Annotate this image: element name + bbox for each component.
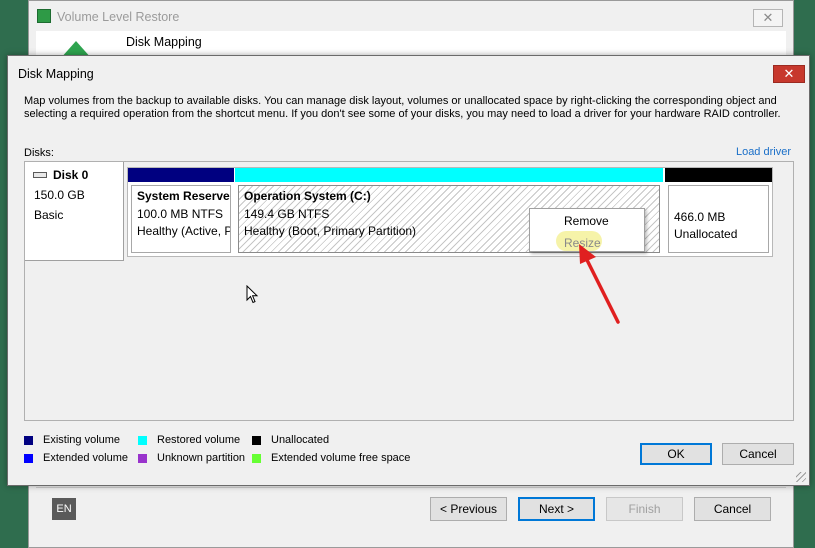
dialog-title: Disk Mapping (18, 67, 94, 81)
partition-body[interactable]: System Reserve 100.0 MB NTFS Healthy (Ac… (131, 185, 231, 253)
legend-swatch (138, 454, 147, 463)
legend-label: Unallocated (271, 434, 330, 446)
legend-label: Unknown partition (157, 452, 246, 464)
legend-swatch (24, 454, 33, 463)
partition-status: Unallocated (674, 227, 738, 241)
disk-layout-area[interactable]: Disk 0 150.0 GB Basic System Reserve 100… (24, 161, 794, 421)
wizard-titlebar: Volume Level Restore ✕ (29, 1, 793, 31)
legend-label: Existing volume (43, 434, 121, 446)
wizard-close-button[interactable]: ✕ (753, 9, 783, 27)
legend-restored-volume: Restored volume (138, 434, 241, 446)
partition-strip: System Reserve 100.0 MB NTFS Healthy (Ac… (127, 167, 773, 257)
disk-icon (33, 172, 47, 178)
disks-label: Disks: (24, 147, 54, 159)
disk-type: Basic (34, 208, 64, 222)
legend-swatch (252, 436, 261, 445)
partition-color-bar (235, 168, 663, 182)
partition-size: 100.0 MB NTFS (137, 207, 224, 221)
legend-label: Restored volume (157, 434, 241, 446)
legend-swatch (252, 454, 261, 463)
partition-name: Operation System (C:) (244, 189, 371, 203)
wizard-step-title: Disk Mapping (126, 35, 202, 49)
partition-system-reserved[interactable]: System Reserve 100.0 MB NTFS Healthy (Ac… (128, 168, 234, 256)
legend-unknown-partition: Unknown partition (138, 452, 246, 464)
legend-extended-volume: Extended volume (24, 452, 128, 464)
wizard-cancel-button[interactable]: Cancel (694, 497, 771, 521)
resize-grip-icon[interactable] (796, 472, 806, 482)
partition-unallocated[interactable]: 466.0 MB Unallocated (665, 168, 772, 256)
dialog-description: Map volumes from the backup to available… (24, 95, 781, 120)
partition-body[interactable]: 466.0 MB Unallocated (668, 185, 769, 253)
disk-size: 150.0 GB (34, 188, 85, 202)
legend-extended-free-space: Extended volume free space (252, 452, 411, 464)
legend-swatch (138, 436, 147, 445)
legend-label: Extended volume free space (271, 452, 411, 464)
partition-status: Healthy (Boot, Primary Partition) (244, 224, 417, 238)
finish-button[interactable]: Finish (606, 497, 683, 521)
legend-label: Extended volume (43, 452, 128, 464)
dialog-cancel-button[interactable]: Cancel (722, 443, 794, 465)
app-icon (37, 9, 51, 23)
disk-name: Disk 0 (53, 168, 89, 182)
menu-item-remove[interactable]: Remove (564, 214, 609, 228)
annotation-arrow-icon (579, 244, 620, 324)
partition-name: System Reserve (137, 189, 230, 203)
partition-size: 149.4 GB NTFS (244, 207, 330, 221)
footer-divider (36, 487, 786, 488)
dialog-close-button[interactable]: ✕ (773, 65, 805, 83)
load-driver-link[interactable]: Load driver (736, 146, 791, 158)
language-badge[interactable]: EN (52, 498, 76, 520)
partition-color-bar (665, 168, 772, 182)
previous-button[interactable]: < Previous (430, 497, 507, 521)
legend-unallocated: Unallocated (252, 434, 330, 446)
wizard-header: Disk Mapping (36, 31, 786, 59)
ok-button[interactable]: OK (640, 443, 712, 465)
wizard-title: Volume Level Restore (57, 10, 180, 24)
next-button[interactable]: Next > (518, 497, 595, 521)
partition-size: 466.0 MB (674, 210, 726, 224)
legend-existing-volume: Existing volume (24, 434, 121, 446)
partition-color-bar (128, 168, 234, 182)
legend-swatch (24, 436, 33, 445)
mouse-cursor-icon (246, 285, 259, 304)
disk-info-panel[interactable]: Disk 0 150.0 GB Basic (25, 162, 124, 261)
partition-status: Healthy (Active, P (137, 224, 231, 238)
disk-mapping-dialog: Disk Mapping ✕ Map volumes from the back… (7, 55, 810, 486)
dialog-titlebar: Disk Mapping ✕ (8, 56, 809, 86)
